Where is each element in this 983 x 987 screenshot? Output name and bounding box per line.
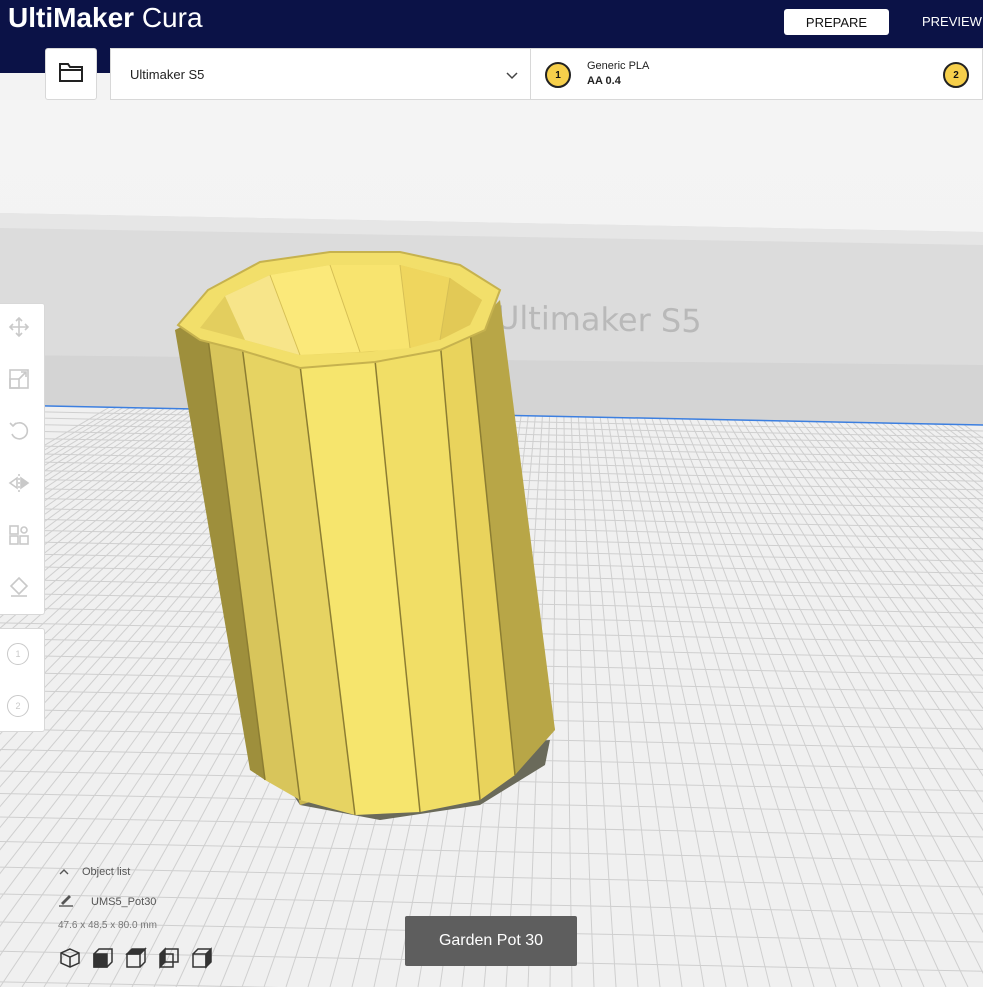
- move-tool-button[interactable]: [6, 316, 32, 342]
- object-list-item[interactable]: UMS5_Pot30: [58, 892, 156, 911]
- chevron-up-icon: [58, 862, 70, 881]
- top-view-icon: [125, 947, 147, 973]
- top-view-button[interactable]: [124, 947, 148, 973]
- left-view-icon: [158, 947, 180, 973]
- machine-selector[interactable]: Ultimaker S5: [110, 48, 530, 100]
- object-list-toggle[interactable]: Object list: [58, 862, 130, 881]
- job-name-label[interactable]: Garden Pot 30: [405, 916, 577, 966]
- extruder-selector-panel: 1 2: [0, 628, 45, 732]
- extruder-2-button[interactable]: 2: [7, 695, 29, 717]
- extruder-1-button[interactable]: 1: [7, 643, 29, 665]
- scale-icon: [8, 368, 30, 394]
- right-view-icon: [191, 947, 213, 973]
- open-file-button[interactable]: [45, 48, 97, 100]
- support-blocker-button[interactable]: [6, 576, 32, 602]
- build-plate-viewport[interactable]: Ultimaker S5: [0, 100, 983, 987]
- right-view-button[interactable]: [190, 947, 214, 973]
- object-name: UMS5_Pot30: [91, 895, 157, 908]
- left-view-button[interactable]: [157, 947, 181, 973]
- transform-tool-panel: [0, 303, 45, 615]
- preview-stage-button[interactable]: PREVIEW: [922, 14, 982, 29]
- rotate-icon: [8, 420, 30, 446]
- logo-brand: UltiMaker: [8, 2, 135, 33]
- scale-tool-button[interactable]: [6, 368, 32, 394]
- prepare-stage-button[interactable]: PREPARE: [784, 9, 889, 35]
- object-dimensions: 47.6 x 48.5 x 80.0 mm: [58, 920, 157, 931]
- extruder-1-badge: 1: [545, 62, 571, 88]
- pencil-icon: [58, 892, 74, 911]
- build-volume-label: Ultimaker S5: [496, 299, 702, 341]
- mirror-tool-button[interactable]: [6, 472, 32, 498]
- nozzle-size: AA 0.4: [587, 75, 621, 87]
- 3d-view-icon: [59, 947, 81, 973]
- material-name: Generic PLA: [587, 60, 650, 72]
- folder-icon: [58, 61, 84, 87]
- extruder-2-badge: 2: [943, 62, 969, 88]
- app-logo: UltiMaker Cura: [8, 2, 203, 34]
- per-model-settings-button[interactable]: [6, 524, 32, 550]
- print-core-material-selector[interactable]: 1 Generic PLA AA 0.4 2: [530, 48, 983, 100]
- camera-view-buttons: [58, 947, 214, 973]
- object-list-label: Object list: [82, 865, 131, 878]
- move-icon: [8, 316, 30, 342]
- 3d-view-button[interactable]: [58, 948, 82, 972]
- per-model-settings-icon: [8, 524, 30, 550]
- logo-product: Cura: [141, 2, 203, 33]
- machine-name: Ultimaker S5: [130, 66, 205, 82]
- mirror-icon: [8, 472, 30, 498]
- rotate-tool-button[interactable]: [6, 420, 32, 446]
- front-view-button[interactable]: [91, 948, 115, 972]
- front-view-icon: [92, 947, 114, 973]
- support-blocker-icon: [8, 576, 30, 602]
- chevron-down-icon: [506, 66, 518, 85]
